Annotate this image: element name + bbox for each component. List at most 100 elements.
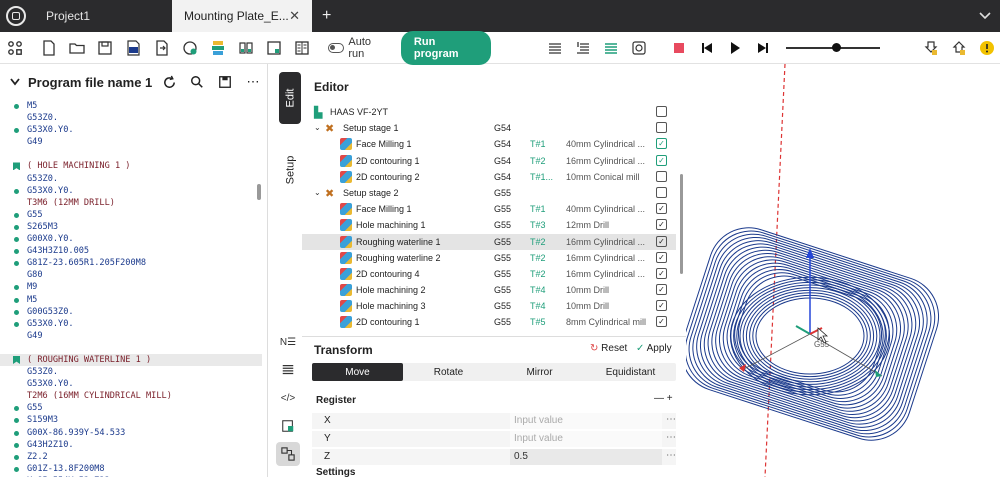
page-settings-icon[interactable] xyxy=(276,414,300,438)
code-line[interactable]: M5 xyxy=(0,294,262,306)
enabled-checkbox[interactable]: ✓ xyxy=(656,219,667,231)
apps-icon[interactable] xyxy=(2,34,28,62)
warning-icon[interactable] xyxy=(974,34,1000,62)
code-line[interactable]: ( HOLE MACHINING 1 ) xyxy=(0,160,262,172)
operation-row[interactable]: Hole machining 3 G55 T#4 10mm Drill ✓ xyxy=(302,298,676,314)
code-line[interactable]: S265M3 xyxy=(0,221,262,233)
code-line[interactable]: G53X0.Y0. xyxy=(0,378,262,390)
close-icon[interactable]: ✕ xyxy=(289,8,300,24)
auto-run-toggle[interactable]: Auto run xyxy=(327,36,387,60)
skip-forward-icon[interactable] xyxy=(750,34,776,62)
more-options-icon[interactable]: ⋯ xyxy=(666,414,676,425)
x-input[interactable]: Input value xyxy=(510,413,662,429)
enabled-checkbox[interactable]: ✓ xyxy=(656,284,667,296)
tab-setup[interactable]: Setup xyxy=(279,150,301,190)
machine-settings-icon[interactable] xyxy=(656,106,667,117)
mode-rotate[interactable]: Rotate xyxy=(403,363,494,381)
setup-stage-row[interactable]: ⌄ ✖ Setup stage 1 G54 xyxy=(302,120,676,136)
code-line[interactable]: G43H3Z10.005 xyxy=(0,245,262,257)
tool-down-icon[interactable] xyxy=(918,34,944,62)
machine-setup-icon[interactable] xyxy=(261,34,287,62)
step-list-icon[interactable] xyxy=(570,34,596,62)
code-line[interactable]: G53Z0. xyxy=(0,173,262,185)
tab-mounting-plate[interactable]: Mounting Plate_E... ✕ xyxy=(172,0,312,32)
chevron-down-icon[interactable]: ⌄ xyxy=(314,123,321,132)
code-line[interactable] xyxy=(0,148,262,160)
panel-layout-icon[interactable] xyxy=(289,34,315,62)
code-line[interactable]: G43H2Z10. xyxy=(0,439,262,451)
code-line[interactable]: G53Z0. xyxy=(0,366,262,378)
stop-icon[interactable] xyxy=(666,34,692,62)
code-line[interactable]: G55 xyxy=(0,209,262,221)
more-options-icon[interactable]: ⋯ xyxy=(666,432,676,443)
operation-row[interactable]: 2D contouring 4 G55 T#2 16mm Cylindrical ..… xyxy=(302,266,676,282)
y-input[interactable]: Input value xyxy=(510,431,662,447)
skip-back-icon[interactable] xyxy=(694,34,720,62)
3d-viewport[interactable]: G55 xyxy=(686,64,1000,477)
code-line[interactable]: T3M6 (12MM DRILL) xyxy=(0,197,262,209)
gcode-editor[interactable]: M5 G53Z0. G53X0.Y0. G49( HOLE MACHINING 1 )… xyxy=(0,100,262,477)
tool-library-icon[interactable] xyxy=(233,34,259,62)
tree-scrollbar[interactable] xyxy=(680,174,683,274)
mode-move[interactable]: Move xyxy=(312,363,403,381)
operation-row[interactable]: Face Milling 1 G55 T#1 40mm Cylindrical ...… xyxy=(302,201,676,217)
code-scrollbar[interactable] xyxy=(257,184,261,200)
nc-export-icon[interactable] xyxy=(121,34,147,62)
code-line[interactable]: G80 xyxy=(0,269,262,281)
enabled-checkbox[interactable]: ✓ xyxy=(656,235,667,247)
open-folder-icon[interactable] xyxy=(64,34,90,62)
target-icon[interactable] xyxy=(626,34,652,62)
align-lines-icon[interactable] xyxy=(542,34,568,62)
tab-edit[interactable]: Edit xyxy=(279,72,301,124)
add-operation-icon[interactable] xyxy=(177,34,203,62)
new-file-icon[interactable] xyxy=(36,34,62,62)
reset-button[interactable]: ↻ Reset xyxy=(590,343,627,354)
tab-project[interactable]: Project1 xyxy=(32,0,172,32)
transform-tool-icon[interactable] xyxy=(276,442,300,466)
operation-row[interactable]: Roughing waterline 2 G55 T#2 16mm Cylindric… xyxy=(302,250,676,266)
chevron-down-icon[interactable]: ⌄ xyxy=(314,188,321,197)
slider-knob[interactable] xyxy=(832,42,842,52)
operation-row[interactable]: Face Milling 1 G54 T#1 40mm Cylindrical ...… xyxy=(302,136,676,152)
save-icon[interactable] xyxy=(92,34,118,62)
code-line[interactable]: G53X0.Y0. xyxy=(0,318,262,330)
operation-row[interactable]: 2D contouring 1 G55 T#5 8mm Cylindrical mil… xyxy=(302,314,676,330)
machine-row[interactable]: ▙ HAAS VF-2YT xyxy=(302,104,676,120)
enabled-checkbox[interactable]: ✓ xyxy=(656,316,667,328)
search-icon[interactable] xyxy=(183,75,211,89)
apply-button[interactable]: ✓ Apply xyxy=(636,343,672,354)
code-line[interactable]: G53X0.Y0. xyxy=(0,185,262,197)
app-logo[interactable] xyxy=(0,0,32,32)
enabled-checkbox[interactable]: ✓ xyxy=(656,154,667,166)
run-program-button[interactable]: Run program xyxy=(400,30,492,65)
register-collapse-add[interactable]: — + xyxy=(654,393,673,404)
enabled-checkbox[interactable]: ✓ xyxy=(656,267,667,279)
setup-stage-row[interactable]: ⌄ ✖ Setup stage 2 G55 xyxy=(302,185,676,201)
code-line[interactable]: G49 xyxy=(0,136,262,148)
more-options-icon[interactable]: ⋯ xyxy=(239,74,267,90)
save-program-icon[interactable] xyxy=(211,75,239,89)
play-icon[interactable] xyxy=(722,34,748,62)
code-line[interactable]: G00X-86.939Y-54.533 xyxy=(0,427,262,439)
mode-mirror[interactable]: Mirror xyxy=(494,363,585,381)
settings-box-icon[interactable] xyxy=(656,186,667,198)
lines-teal-icon[interactable] xyxy=(598,34,624,62)
code-line[interactable]: T2M6 (16MM CYLINDRICAL MILL) xyxy=(0,390,262,402)
code-line[interactable]: G53Z0. xyxy=(0,112,262,124)
code-line[interactable]: M9 xyxy=(0,281,262,293)
mode-equidistant[interactable]: Equidistant xyxy=(585,363,676,381)
code-line[interactable]: Z2.2 xyxy=(0,451,262,463)
code-line[interactable]: G53X0.Y0. xyxy=(0,124,262,136)
enabled-checkbox[interactable]: ✓ xyxy=(656,138,667,150)
operation-row[interactable]: Hole machining 1 G55 T#3 12mm Drill ✓ xyxy=(302,217,676,233)
code-line[interactable]: M5 xyxy=(0,100,262,112)
code-line[interactable]: ( ROUGHING WATERLINE 1 ) xyxy=(0,353,262,367)
code-line[interactable]: S159M3 xyxy=(0,414,262,426)
enabled-checkbox[interactable]: ✓ xyxy=(656,300,667,312)
enabled-checkbox[interactable]: ✓ xyxy=(656,251,667,263)
nc-program-icon[interactable]: N☰ xyxy=(276,330,300,354)
refresh-icon[interactable] xyxy=(155,75,183,90)
code-line[interactable]: G00G53Z0. xyxy=(0,306,262,318)
more-options-icon[interactable]: ⋯ xyxy=(666,450,676,461)
enabled-checkbox[interactable]: ✓ xyxy=(656,203,667,215)
